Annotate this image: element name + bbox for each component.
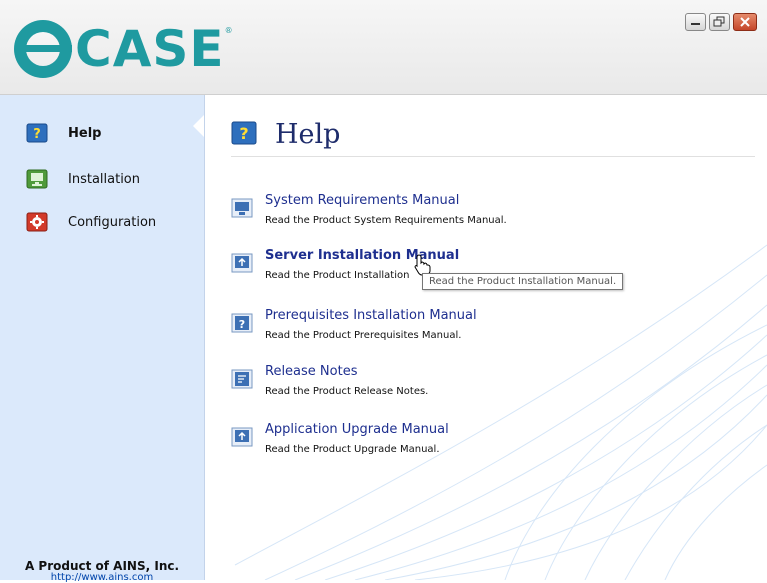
doc-description: Read the Product Release Notes. [265, 386, 429, 397]
sidebar-item-configuration[interactable]: Configuration [26, 212, 156, 232]
server-doc-icon [231, 253, 253, 273]
prerequisites-installation-manual-link[interactable]: Prerequisites Installation Manual [265, 307, 477, 324]
footer-company: A Product of AINS, Inc. [24, 559, 180, 573]
configuration-icon [26, 212, 48, 232]
doc-description: Read the Product Prerequisites Manual. [265, 330, 462, 341]
sidebar-item-label: Configuration [68, 214, 157, 230]
sidebar-item-installation[interactable]: Installation [26, 169, 140, 189]
minimize-icon [691, 23, 700, 25]
header: CASE ® [0, 0, 767, 95]
logo-text: CASE [75, 20, 225, 78]
page-title: Help [275, 119, 341, 150]
sidebar-item-help[interactable]: ? Help [26, 123, 101, 143]
doc-description: Read the Product System Requirements Man… [265, 215, 507, 226]
sidebar-item-label: Help [68, 125, 102, 141]
sidebar-item-label: Installation [68, 171, 141, 187]
release-notes-doc-icon [231, 369, 253, 389]
title-divider [231, 156, 755, 157]
prerequisites-doc-icon: ? [231, 313, 253, 333]
minimize-button[interactable] [685, 13, 706, 31]
sidebar: ? Help Installation Configuration [0, 95, 205, 580]
installation-icon [26, 169, 48, 189]
svg-text:?: ? [33, 127, 41, 142]
list-item-prerequisites: ? Prerequisites Installation Manual Read… [231, 307, 477, 341]
restore-icon [713, 16, 725, 27]
window-controls [685, 13, 757, 31]
system-requirements-manual-link[interactable]: System Requirements Manual [265, 192, 507, 209]
help-icon: ? [26, 123, 48, 143]
registered-mark: ® [224, 26, 233, 35]
main-content: ? Help System Requirements Manual Read t… [205, 95, 767, 580]
page-heading: ? Help [231, 119, 340, 150]
close-button[interactable] [733, 13, 757, 31]
restore-button[interactable] [709, 13, 730, 31]
ecase-logo: CASE ® [14, 20, 233, 78]
tooltip: Read the Product Installation Manual. [422, 273, 624, 290]
svg-text:?: ? [239, 318, 245, 331]
logo-e-mark [14, 20, 72, 78]
active-indicator [193, 115, 204, 137]
svg-text:?: ? [239, 124, 248, 143]
application-upgrade-manual-link[interactable]: Application Upgrade Manual [265, 421, 449, 438]
list-item-release-notes: Release Notes Read the Product Release N… [231, 363, 428, 397]
monitor-doc-icon [231, 198, 253, 218]
list-item-system-requirements: System Requirements Manual Read the Prod… [231, 192, 507, 226]
release-notes-link[interactable]: Release Notes [265, 363, 428, 380]
help-icon: ? [231, 121, 257, 149]
footer-url-link[interactable]: http://www.ains.com [0, 572, 204, 583]
upgrade-doc-icon [231, 427, 253, 447]
list-item-application-upgrade: Application Upgrade Manual Read the Prod… [231, 421, 449, 455]
close-icon [740, 17, 750, 27]
doc-description: Read the Product Upgrade Manual. [265, 444, 440, 455]
